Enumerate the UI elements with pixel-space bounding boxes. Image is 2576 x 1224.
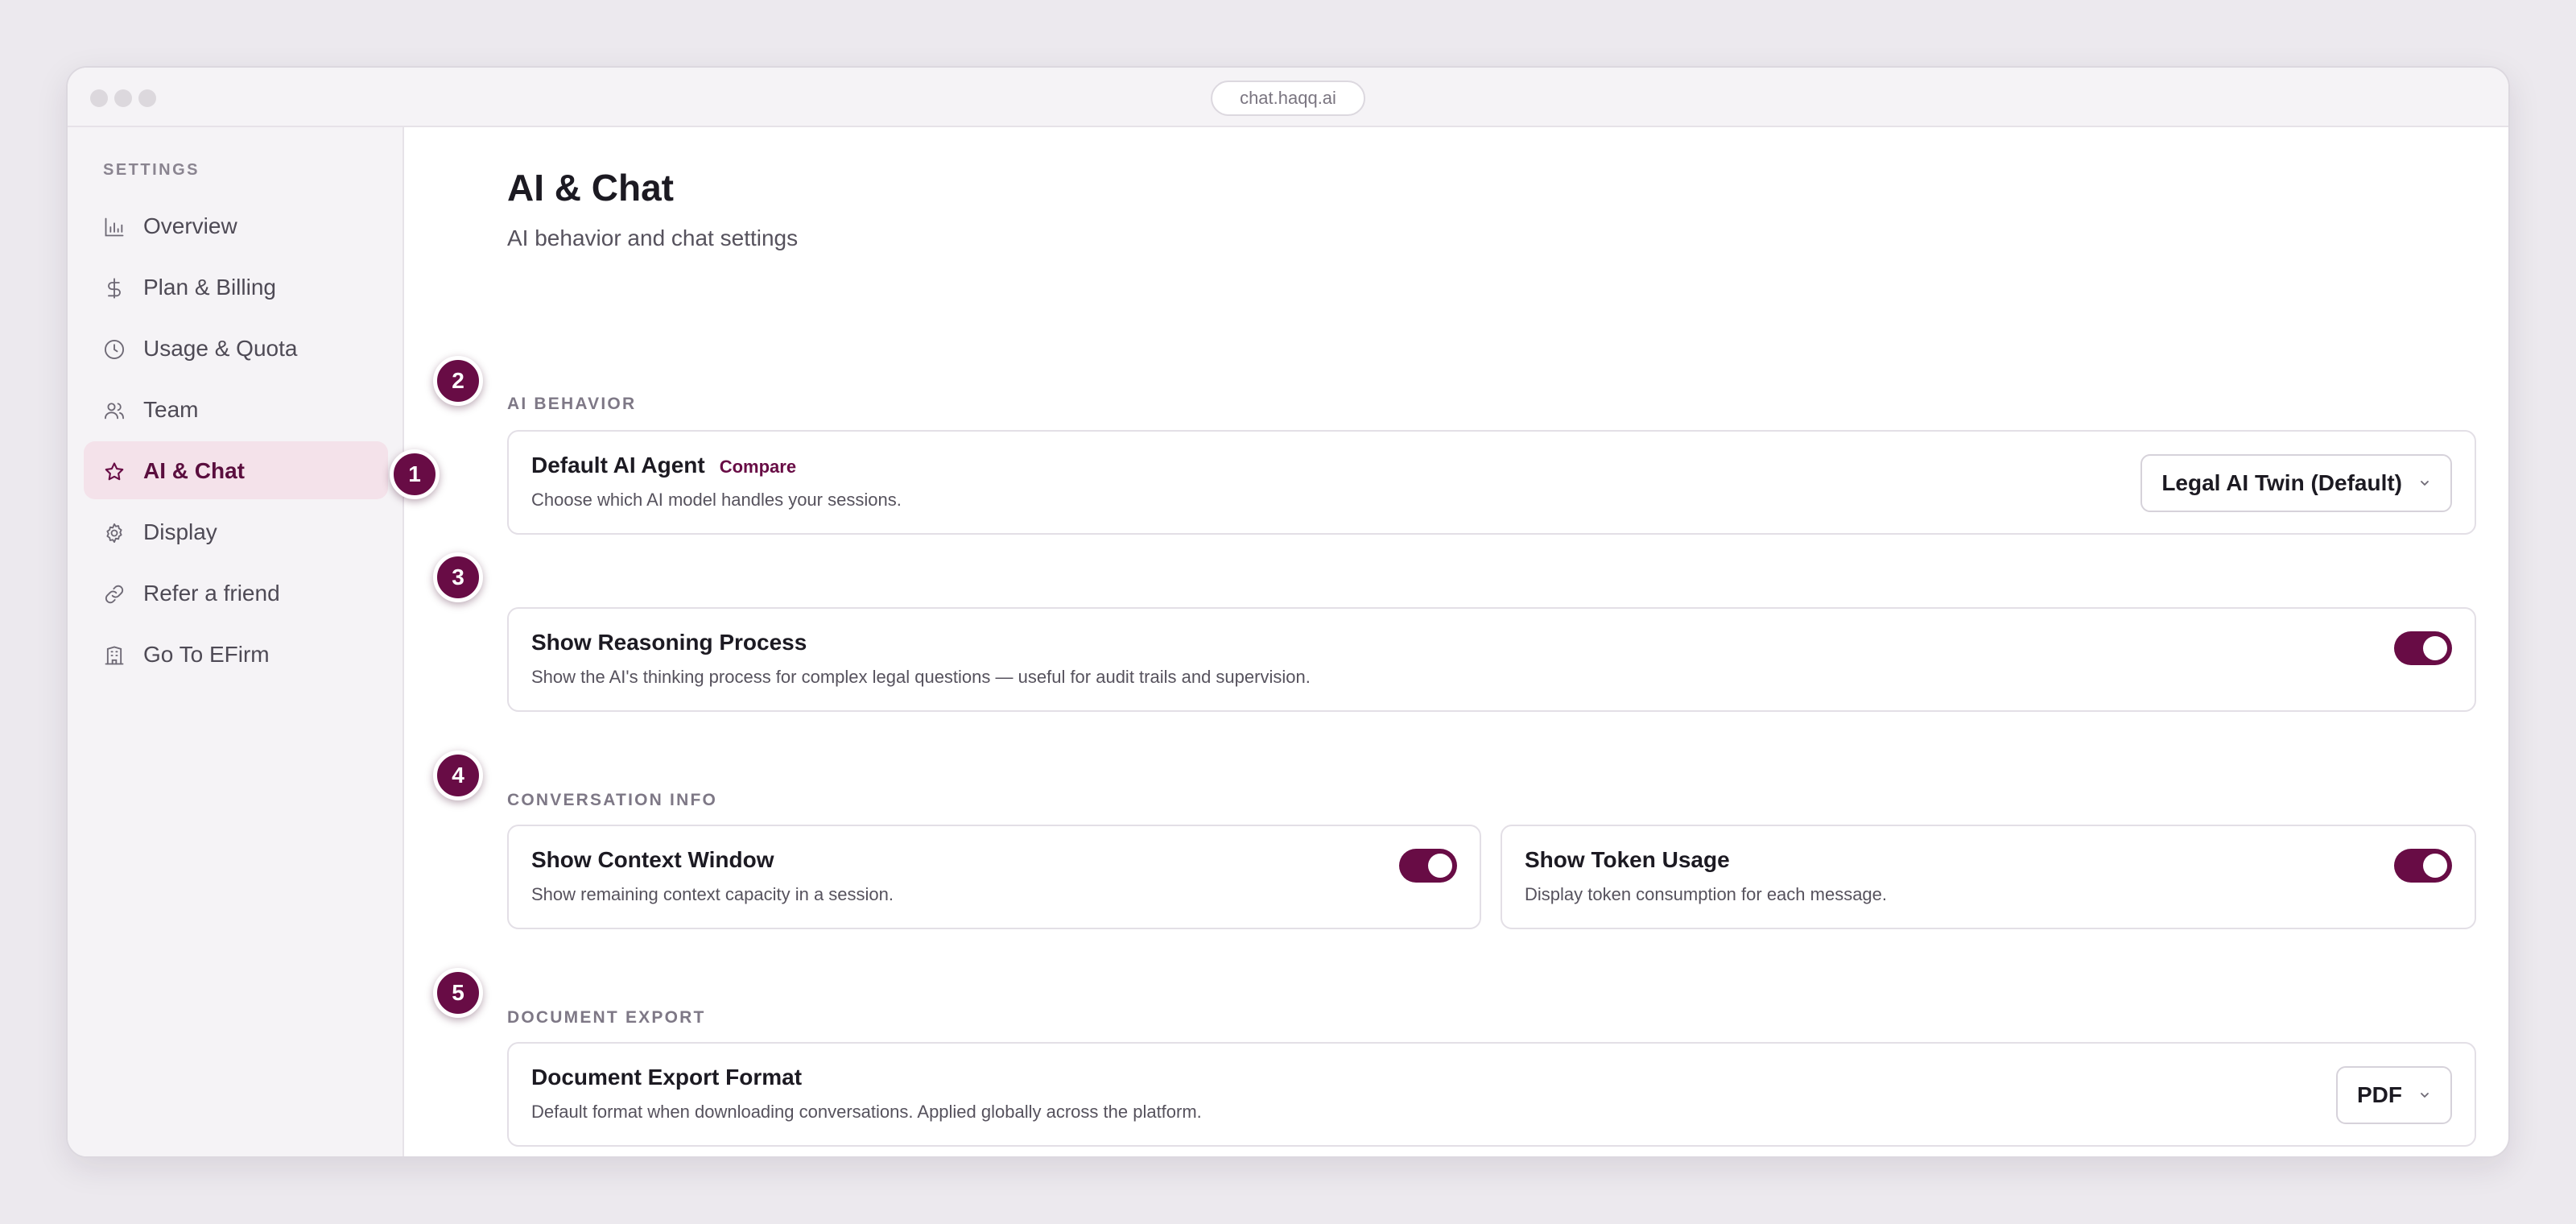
sidebar-item-plan-billing[interactable]: Plan & Billing	[84, 258, 388, 316]
compare-link[interactable]: Compare	[720, 457, 796, 477]
sidebar-item-go-to-efirm[interactable]: Go To EFirm	[84, 625, 388, 683]
card-title: Show Context Window	[531, 847, 774, 872]
minimize-dot-icon[interactable]	[114, 89, 132, 107]
default-agent-select[interactable]: Legal AI Twin (Default)	[2140, 454, 2452, 512]
maximize-dot-icon[interactable]	[138, 89, 156, 107]
gear-icon	[103, 522, 126, 544]
sidebar-item-label: Plan & Billing	[143, 275, 276, 300]
reasoning-toggle[interactable]	[2394, 631, 2452, 665]
callout-marker-4: 4	[433, 751, 483, 800]
sidebar-item-overview[interactable]: Overview	[84, 196, 388, 254]
reasoning-process-card: Show Reasoning Process Show the AI's thi…	[507, 607, 2476, 712]
clock-icon	[103, 338, 126, 361]
dollar-icon	[103, 277, 126, 300]
default-agent-card: Default AI Agent Compare Choose which AI …	[507, 430, 2476, 535]
card-description: Display token consumption for each messa…	[1525, 884, 1888, 904]
sidebar-heading: SETTINGS	[103, 161, 200, 179]
sidebar-item-label: Refer a friend	[143, 581, 280, 606]
callout-marker-3: 3	[433, 552, 483, 602]
card-title: Show Reasoning Process	[531, 630, 807, 655]
export-format-selected: PDF	[2357, 1082, 2402, 1107]
sidebar-item-usage-quota[interactable]: Usage & Quota	[84, 319, 388, 377]
address-bar[interactable]: chat.haqq.ai	[1211, 81, 1365, 116]
card-title: Show Token Usage	[1525, 847, 1730, 872]
token-usage-toggle[interactable]	[2394, 849, 2452, 883]
callout-marker-1: 1	[390, 449, 440, 499]
callout-marker-5: 5	[433, 968, 483, 1018]
sidebar-item-label: Display	[143, 519, 217, 544]
sidebar-item-team[interactable]: Team	[84, 380, 388, 438]
chevron-down-icon	[2421, 481, 2429, 486]
callout-marker-2: 2	[433, 356, 483, 406]
card-description: Default format when downloading conversa…	[531, 1102, 1202, 1122]
sidebar-item-label: Usage & Quota	[143, 336, 298, 361]
settings-sidebar: SETTINGS Overview Plan & Billing Usage &…	[68, 127, 404, 1156]
sidebar-item-label: Overview	[143, 213, 237, 238]
section-heading-conversation-info: CONVERSATION INFO	[507, 791, 718, 809]
context-window-toggle[interactable]	[1399, 849, 1457, 883]
page-title: AI & Chat	[507, 167, 674, 209]
context-window-card: Show Context Window Show remaining conte…	[507, 825, 1481, 929]
card-description: Show remaining context capacity in a ses…	[531, 884, 894, 904]
chevron-down-icon	[2421, 1093, 2429, 1098]
sidebar-item-label: Go To EFirm	[143, 642, 270, 667]
sidebar-item-refer-friend[interactable]: Refer a friend	[84, 564, 388, 622]
card-title: Default AI Agent Compare	[531, 453, 796, 478]
close-dot-icon[interactable]	[90, 89, 108, 107]
card-description: Choose which AI model handles your sessi…	[531, 490, 902, 510]
export-format-card: Document Export Format Default format wh…	[507, 1042, 2476, 1147]
sidebar-item-label: Team	[143, 397, 199, 422]
sidebar-item-ai-chat[interactable]: AI & Chat	[84, 441, 388, 499]
settings-content: AI & Chat AI behavior and chat settings …	[406, 127, 2508, 1156]
page-subtitle: AI behavior and chat settings	[507, 225, 799, 250]
token-usage-card: Show Token Usage Display token consumpti…	[1501, 825, 2476, 929]
bar-chart-icon	[103, 216, 126, 238]
building-icon	[103, 644, 126, 667]
default-agent-selected: Legal AI Twin (Default)	[2161, 470, 2402, 495]
users-icon	[103, 399, 126, 422]
title-bar: chat.haqq.ai	[68, 68, 2508, 127]
card-description: Show the AI's thinking process for compl…	[531, 667, 1311, 687]
export-format-select[interactable]: PDF	[2336, 1066, 2452, 1124]
section-heading-ai-behavior: AI BEHAVIOR	[507, 395, 637, 413]
sidebar-item-display[interactable]: Display	[84, 502, 388, 560]
star-icon	[103, 461, 126, 483]
sidebar-item-label: AI & Chat	[143, 458, 245, 483]
card-title: Document Export Format	[531, 1065, 803, 1090]
section-heading-document-export: DOCUMENT EXPORT	[507, 1008, 706, 1027]
default-agent-title: Default AI Agent	[531, 453, 705, 478]
link-icon	[103, 583, 126, 606]
